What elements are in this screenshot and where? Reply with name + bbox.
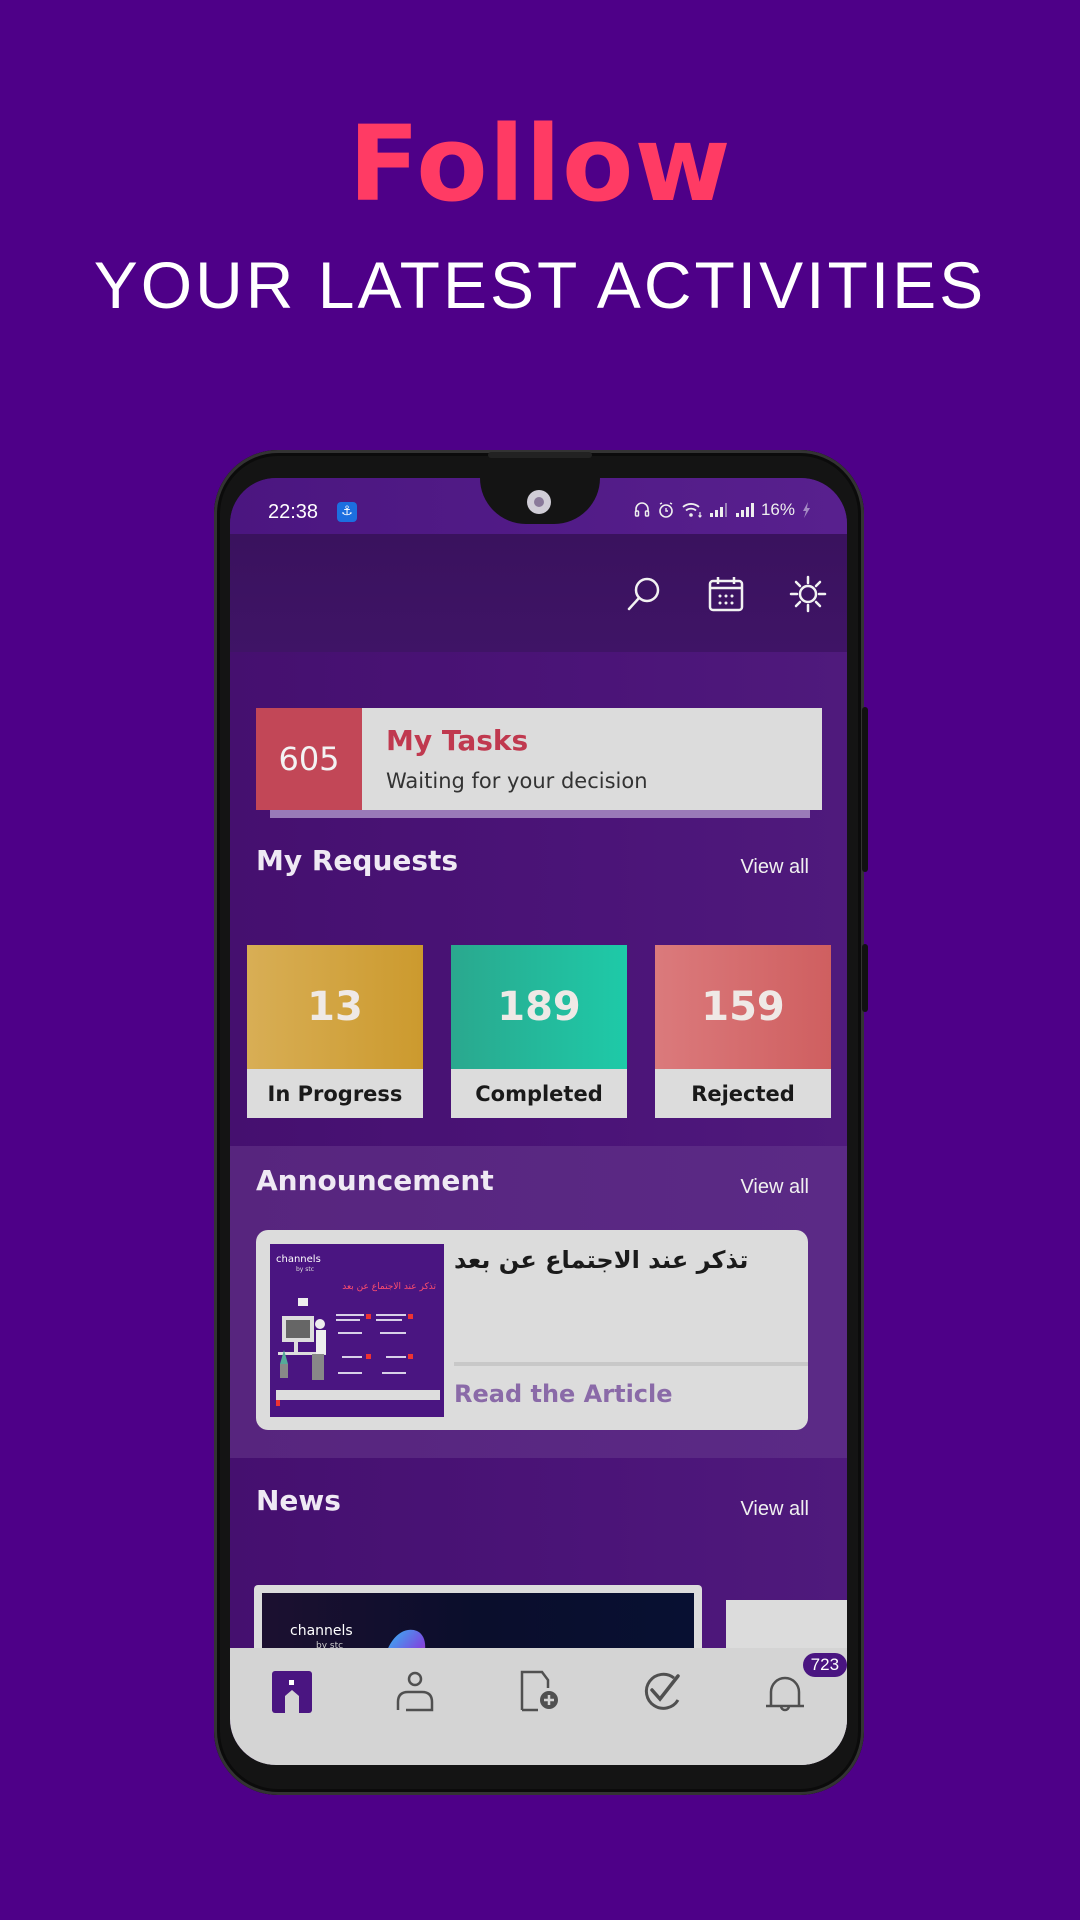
request-label: Rejected [655,1069,831,1118]
read-article-link[interactable]: Read the Article [454,1380,673,1408]
profile-icon [396,1671,434,1712]
announcement-thumbnail: channels by stc تذكر عند الاجتماع عن بعد [270,1244,444,1417]
settings-icon[interactable] [788,574,828,614]
alarm-icon [659,502,673,518]
announcement-headline: تذكر عند الاجتماع عن بعد [454,1246,749,1274]
notification-badge: 723 [802,1653,847,1677]
nav-home[interactable] [230,1648,353,1765]
request-tile-completed[interactable]: 189 Completed [451,945,627,1118]
bell-icon [766,1676,805,1712]
thumbnail-heading: تذكر عند الاجتماع عن بعد [342,1282,436,1292]
announcement-card[interactable]: channels by stc تذكر عند الاجتماع عن بعد [256,1230,808,1430]
news-brand: channels [290,1623,353,1639]
request-label: Completed [451,1069,627,1118]
announcement-view-all-link[interactable]: View all [740,1176,809,1199]
usb-icon: ⚓ [337,502,357,522]
nav-approvals[interactable] [600,1648,723,1765]
thumbnail-brand: channels [276,1254,321,1265]
thumbnail-brand-sub: by stc [296,1266,315,1273]
status-time: 22:38 [268,501,319,523]
request-tile-rejected[interactable]: 159 Rejected [655,945,831,1118]
request-tile-in-progress[interactable]: 13 In Progress [247,945,423,1118]
status-bar: 22:38 ⚓ 16% [230,478,847,534]
search-icon[interactable] [624,574,664,614]
nav-new-request[interactable] [477,1648,600,1765]
home-icon [271,1671,312,1713]
bottom-navigation: 723 [230,1648,847,1765]
request-count: 159 [655,945,831,1069]
signal-icon [735,503,754,517]
news-view-all-link[interactable]: View all [740,1498,809,1521]
calendar-icon[interactable] [706,574,746,614]
nav-notifications[interactable]: 723 [724,1648,847,1765]
battery-level: 16% [760,500,795,519]
promo-title: Follow [348,103,732,225]
tasks-count: 605 [256,708,362,810]
signal-icon [709,503,727,517]
request-count: 189 [451,945,627,1069]
nav-profile[interactable] [353,1648,476,1765]
add-document-icon [520,1670,558,1712]
announcement-title: Announcement [256,1164,494,1197]
home-content: 605 My Tasks Waiting for your decision M… [230,652,847,1765]
headset-icon [634,502,650,517]
front-camera [527,490,551,514]
requests-view-all-link[interactable]: View all [740,856,809,879]
my-tasks-card[interactable]: 605 My Tasks Waiting for your decision [256,708,822,810]
phone-speaker [488,452,592,458]
check-circle-icon [644,1672,680,1710]
power-button [862,944,868,1012]
charging-icon [803,502,810,518]
app-header [230,534,847,652]
tasks-card-shadow [270,810,810,818]
request-count: 13 [247,945,423,1069]
promo-subtitle: YOUR LATEST ACTIVITIES [93,248,987,322]
news-title: News [256,1484,341,1517]
tasks-subtitle: Waiting for your decision [386,769,648,793]
status-icons: 16% [633,500,811,520]
announcement-section: Announcement View all channels by stc تذ… [230,1146,847,1458]
tasks-title: My Tasks [386,724,529,757]
announcement-divider [454,1362,808,1366]
wifi-icon [682,503,702,518]
my-requests-title: My Requests [256,844,459,877]
request-label: In Progress [247,1069,423,1118]
volume-button [862,707,868,872]
thumbnail-illustration [276,1298,440,1406]
phone-screen: 22:38 ⚓ 16% 605 My Tasks Waiting for you… [230,478,847,1765]
